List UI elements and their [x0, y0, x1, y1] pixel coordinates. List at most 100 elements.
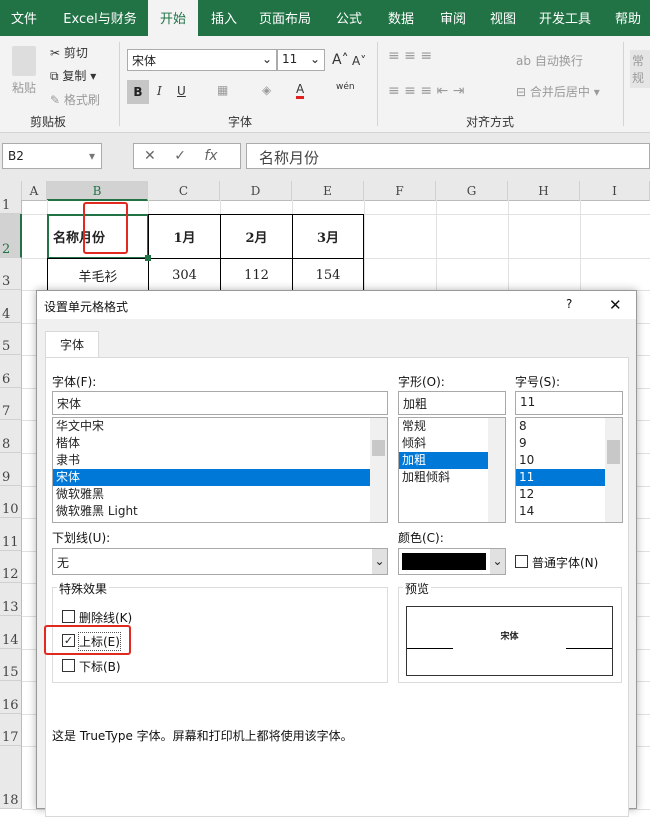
tab-file[interactable]: 文件 [0, 0, 48, 36]
tab-formulas[interactable]: 公式 [328, 0, 370, 36]
col-header[interactable]: F [364, 181, 436, 201]
cell-e2[interactable]: 3月 [292, 214, 364, 259]
col-header[interactable]: I [580, 181, 650, 201]
color-select[interactable]: ⌄ [398, 548, 506, 575]
row-header[interactable]: 9 [0, 453, 22, 486]
font-size-combo[interactable]: 11 ⌄ [277, 49, 325, 71]
merge-center-button[interactable]: ⊟ 合并后居中 ▾ [516, 83, 600, 100]
format-painter-button[interactable]: ✎ 格式刷 [50, 91, 100, 108]
strikethrough-checkbox[interactable] [62, 610, 75, 623]
row-header[interactable]: 16 [0, 681, 22, 714]
paste-button[interactable]: 粘贴 [12, 79, 36, 96]
cell-b3[interactable]: 羊毛衫 [47, 258, 149, 292]
tab-data[interactable]: 数据 [380, 0, 422, 36]
col-header[interactable]: E [292, 181, 364, 201]
cell-c3[interactable]: 304 [148, 258, 221, 292]
align-left-icons[interactable]: ≡ ≡ ≡ ⇤ ⇥ [388, 83, 464, 99]
formula-buttons[interactable]: ✕ ✓ fx [133, 143, 241, 169]
number-format-combo[interactable]: 常规 [630, 50, 650, 88]
row-header[interactable]: 15 [0, 648, 22, 682]
font-color-button[interactable]: A [296, 82, 305, 99]
tab-page-layout[interactable]: 页面布局 [252, 0, 318, 36]
row-header[interactable]: 14 [0, 616, 22, 649]
col-header[interactable]: H [508, 181, 580, 201]
row-header[interactable]: 12 [0, 550, 22, 584]
cell-d3[interactable]: 112 [220, 258, 293, 292]
fill-handle[interactable] [145, 255, 151, 261]
col-header[interactable]: G [436, 181, 508, 201]
style-list[interactable]: 常规 倾斜 加粗 加粗倾斜 [398, 417, 506, 523]
subscript-checkbox[interactable] [62, 659, 75, 672]
row-header[interactable]: 17 [0, 713, 22, 747]
row-header[interactable]: 18 [0, 746, 22, 809]
tab-review[interactable]: 审阅 [432, 0, 474, 36]
size-list[interactable]: 8 9 10 11 12 14 [515, 417, 623, 523]
scrollbar[interactable] [370, 418, 387, 522]
list-item[interactable]: 隶书 [53, 452, 387, 469]
name-box[interactable]: B2 ▾ [2, 143, 102, 169]
cell-e3[interactable]: 154 [292, 258, 364, 292]
tab-font[interactable]: 字体 [45, 331, 99, 358]
row-header[interactable]: 6 [0, 355, 22, 388]
row-header[interactable]: 10 [0, 485, 22, 519]
dialog-title: 设置单元格格式 [44, 300, 129, 314]
cancel-icon[interactable]: ✕ [144, 148, 156, 164]
col-header[interactable]: B [47, 181, 148, 201]
scrollbar[interactable] [605, 418, 622, 522]
align-top-icons[interactable]: ≡ ≡ ≡ [388, 48, 432, 64]
tab-help[interactable]: 帮助 [607, 0, 649, 36]
list-item[interactable]: 华文中宋 [53, 418, 387, 435]
list-item[interactable]: 宋体 [53, 469, 370, 486]
fx-icon[interactable]: fx [204, 148, 217, 164]
size-input[interactable]: 11 [515, 391, 623, 415]
merge-center-label: 合并后居中 [529, 85, 590, 99]
row-header[interactable]: 1 [0, 198, 22, 214]
row-header[interactable]: 2 [0, 214, 22, 258]
list-item[interactable]: 微软雅黑 [53, 486, 387, 503]
close-button[interactable]: ✕ [609, 296, 622, 314]
cell-d2[interactable]: 2月 [220, 214, 293, 259]
style-input[interactable]: 加粗 [398, 391, 506, 415]
row-header[interactable]: 7 [0, 387, 22, 421]
row-header[interactable]: 8 [0, 420, 22, 453]
tab-excel-finance[interactable]: Excel与财务 [55, 0, 145, 36]
scrollbar[interactable] [488, 418, 505, 522]
row-header[interactable]: 3 [0, 258, 22, 290]
font-name-combo[interactable]: 宋体 ⌄ [127, 49, 277, 71]
copy-button[interactable]: ⧉ 复制 ▾ [50, 67, 96, 84]
row-header[interactable]: 4 [0, 290, 22, 323]
list-item[interactable]: 微软雅黑 Light [53, 503, 387, 520]
list-item[interactable]: 楷体 [53, 435, 387, 452]
cell-c2[interactable]: 1月 [148, 214, 221, 259]
tab-home[interactable]: 开始 [148, 0, 198, 36]
cut-button[interactable]: ✂ 剪切 [50, 44, 88, 61]
tab-developer[interactable]: 开发工具 [533, 0, 597, 36]
fill-color-icon[interactable]: ◈ [262, 83, 271, 97]
size-label: 字号(S): [515, 375, 561, 389]
underline-select[interactable]: 无 ⌄ [52, 548, 388, 575]
formula-input[interactable]: 名称月份 [246, 143, 650, 169]
help-button[interactable]: ? [566, 297, 572, 311]
normal-font-checkbox[interactable] [515, 555, 528, 568]
font-list[interactable]: 华文中宋 楷体 隶书 宋体 微软雅黑 微软雅黑 Light [52, 417, 388, 523]
row-header[interactable]: 11 [0, 518, 22, 551]
row-header[interactable]: 13 [0, 583, 22, 616]
bold-button[interactable]: B [127, 80, 149, 104]
enter-icon[interactable]: ✓ [174, 148, 186, 164]
col-header[interactable]: A [22, 181, 47, 201]
tab-insert[interactable]: 插入 [202, 0, 246, 36]
wrap-text-button[interactable]: ab 自动换行 [516, 52, 583, 69]
underline-button[interactable]: U [177, 84, 186, 98]
list-item[interactable]: 加粗 [399, 452, 488, 469]
border-icon[interactable]: ▦ [217, 83, 228, 97]
italic-button[interactable]: I [157, 84, 162, 98]
increase-font-icon[interactable]: A˄ [332, 52, 349, 68]
tab-view[interactable]: 视图 [482, 0, 524, 36]
col-header[interactable]: D [220, 181, 292, 201]
phonetic-button[interactable]: wén [336, 82, 355, 92]
list-item[interactable]: 11 [516, 469, 605, 486]
col-header[interactable]: C [148, 181, 220, 201]
font-input[interactable]: 宋体 [52, 391, 388, 415]
decrease-font-icon[interactable]: A˅ [352, 54, 366, 68]
row-header[interactable]: 5 [0, 322, 22, 356]
